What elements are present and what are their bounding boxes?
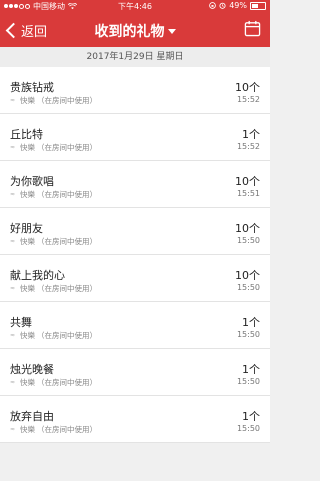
gift-note: （在房间中使用） xyxy=(37,331,97,340)
gift-name: 为你歌唱 xyxy=(10,175,54,188)
gift-sender: 快樂 xyxy=(20,284,35,293)
gift-time: 15:51 xyxy=(236,189,260,198)
gift-list-item[interactable]: 放弃自由 ≈ 快樂 （在房间中使用） 1个 15:50 xyxy=(0,396,270,443)
wing-icon: ≈ xyxy=(10,426,16,433)
calendar-icon[interactable] xyxy=(244,20,261,37)
gift-time: 15:50 xyxy=(236,330,260,339)
gift-list-item[interactable]: 献上我的心 ≈ 快樂 （在房间中使用） 10个 15:50 xyxy=(0,255,270,302)
dropdown-caret-icon xyxy=(167,29,176,34)
wing-icon: ≈ xyxy=(10,379,16,386)
battery-percent: 49% xyxy=(229,1,247,10)
gift-name: 丘比特 xyxy=(10,128,43,141)
gift-name: 放弃自由 xyxy=(10,410,54,423)
gift-time: 15:52 xyxy=(236,95,260,104)
wing-icon: ≈ xyxy=(10,191,16,198)
gift-list-item[interactable]: 为你歌唱 ≈ 快樂 （在房间中使用） 10个 15:51 xyxy=(0,161,270,208)
gift-name: 贵族钻戒 xyxy=(10,81,54,94)
gift-name: 共舞 xyxy=(10,316,32,329)
gift-count: 10个 xyxy=(235,81,260,94)
gift-time: 15:50 xyxy=(236,377,260,386)
gift-sender-line: ≈ 快樂 （在房间中使用） xyxy=(10,424,97,435)
date-header: 2017年1月29日 星期日 xyxy=(0,47,270,67)
gift-list-item[interactable]: 烛光晚餐 ≈ 快樂 （在房间中使用） 1个 15:50 xyxy=(0,349,270,396)
gift-sender-line: ≈ 快樂 （在房间中使用） xyxy=(10,283,97,294)
gift-count: 1个 xyxy=(242,128,260,141)
gift-list-item[interactable]: 共舞 ≈ 快樂 （在房间中使用） 1个 15:50 xyxy=(0,302,270,349)
gift-name: 献上我的心 xyxy=(10,269,65,282)
gift-note: （在房间中使用） xyxy=(37,425,97,434)
wing-icon: ≈ xyxy=(10,238,16,245)
gift-count: 1个 xyxy=(242,410,260,423)
lock-rotation-icon xyxy=(209,2,217,9)
gift-list-item[interactable]: 贵族钻戒 ≈ 快樂 （在房间中使用） 10个 15:52 xyxy=(0,67,270,114)
gift-note: （在房间中使用） xyxy=(37,237,97,246)
gift-count: 1个 xyxy=(242,316,260,329)
gift-note: （在房间中使用） xyxy=(37,190,97,199)
gift-sender-line: ≈ 快樂 （在房间中使用） xyxy=(10,330,97,341)
gift-list: 贵族钻戒 ≈ 快樂 （在房间中使用） 10个 15:52 丘比特 ≈ 快樂 （在房间中使用） 1个 1… xyxy=(0,67,270,443)
gift-count: 1个 xyxy=(242,363,260,376)
gift-list-item[interactable]: 丘比特 ≈ 快樂 （在房间中使用） 1个 15:52 xyxy=(0,114,270,161)
gift-sender-line: ≈ 快樂 （在房间中使用） xyxy=(10,236,97,247)
page-title-dropdown[interactable]: 收到的礼物 xyxy=(0,21,270,41)
gift-sender: 快樂 xyxy=(20,237,35,246)
gift-sender-line: ≈ 快樂 （在房间中使用） xyxy=(10,95,97,106)
gift-time: 15:50 xyxy=(236,236,260,245)
gift-list-item[interactable]: 好朋友 ≈ 快樂 （在房间中使用） 10个 15:50 xyxy=(0,208,270,255)
gift-time: 15:52 xyxy=(236,142,260,151)
gift-sender-line: ≈ 快樂 （在房间中使用） xyxy=(10,189,97,200)
battery-icon xyxy=(250,1,266,10)
gift-note: （在房间中使用） xyxy=(37,143,97,152)
wing-icon: ≈ xyxy=(10,144,16,151)
page-title: 收到的礼物 xyxy=(94,24,165,40)
gift-time: 15:50 xyxy=(236,424,260,433)
gift-sender: 快樂 xyxy=(20,425,35,434)
gift-sender: 快樂 xyxy=(20,378,35,387)
wing-icon: ≈ xyxy=(10,332,16,339)
gift-sender: 快樂 xyxy=(20,190,35,199)
wing-icon: ≈ xyxy=(10,97,16,104)
gift-name: 烛光晚餐 xyxy=(10,363,54,376)
alarm-icon xyxy=(219,2,226,9)
status-bar: 中国移动 下午4:46 49% xyxy=(0,0,270,13)
gift-time: 15:50 xyxy=(236,283,260,292)
gift-count: 10个 xyxy=(235,175,260,188)
nav-bar: 返回 收到的礼物 xyxy=(0,13,270,47)
gift-sender-line: ≈ 快樂 （在房间中使用） xyxy=(10,377,97,388)
gift-sender-line: ≈ 快樂 （在房间中使用） xyxy=(10,142,97,153)
gift-note: （在房间中使用） xyxy=(37,378,97,387)
gift-name: 好朋友 xyxy=(10,222,43,235)
wing-icon: ≈ xyxy=(10,285,16,292)
gift-sender: 快樂 xyxy=(20,96,35,105)
status-right: 49% xyxy=(209,1,266,10)
gift-count: 10个 xyxy=(235,222,260,235)
gift-sender: 快樂 xyxy=(20,143,35,152)
gift-sender: 快樂 xyxy=(20,331,35,340)
gift-note: （在房间中使用） xyxy=(37,96,97,105)
gift-count: 10个 xyxy=(235,269,260,282)
gift-note: （在房间中使用） xyxy=(37,284,97,293)
